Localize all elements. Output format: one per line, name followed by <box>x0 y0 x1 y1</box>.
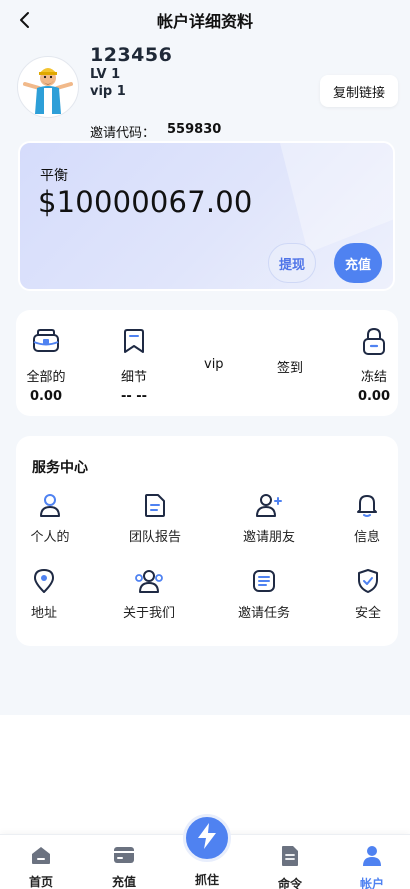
balance-label: 平衡 <box>40 168 68 184</box>
stat-all-label: 全部的 <box>26 370 66 385</box>
service-center-card: 服务中心 个人的 团队报告 邀请朋友 信息 地址 关于我们 邀请任务 安全 <box>16 436 398 646</box>
copy-link-button[interactable]: 复制链接 <box>320 75 398 107</box>
stat-frozen-value: 0.00 <box>357 389 391 404</box>
service-item-about-us[interactable]: 关于我们 <box>104 566 194 621</box>
invite-code-row: 邀请代码： 559830 <box>90 122 221 141</box>
service-item-label: 个人的 <box>30 530 70 545</box>
team-icon <box>134 566 164 596</box>
balance-card: 平衡 $10000067.00 提现 充值 <box>18 141 395 291</box>
bell-icon <box>352 490 382 520</box>
service-item-label: 信息 <box>353 530 380 545</box>
service-item-security[interactable]: 安全 <box>323 566 410 621</box>
service-item-personal[interactable]: 个人的 <box>5 490 95 545</box>
service-item-messages[interactable]: 信息 <box>322 490 410 545</box>
home-icon <box>30 845 52 869</box>
nav-home-label: 首页 <box>28 875 53 889</box>
service-item-invite-tasks[interactable]: 邀请任务 <box>219 566 309 621</box>
stat-all[interactable]: 全部的 0.00 <box>26 326 66 404</box>
nav-home[interactable]: 首页 <box>6 845 76 889</box>
service-item-label: 地址 <box>30 606 57 621</box>
clipboard-icon <box>279 845 301 871</box>
nav-recharge-label: 充值 <box>111 875 136 889</box>
vip-level: vip 1 <box>90 84 126 99</box>
back-icon[interactable] <box>12 8 36 32</box>
stat-vip[interactable]: vip <box>204 357 224 372</box>
avatar <box>17 56 79 118</box>
nav-account-label: 帐户 <box>359 877 384 889</box>
page-title: 帐户详细资料 <box>156 12 253 31</box>
lock-icon <box>359 326 389 360</box>
nav-account[interactable]: 帐户 <box>337 845 407 889</box>
stat-detail-label: 细节 <box>120 370 147 385</box>
stat-checkin[interactable]: 签到 <box>277 357 303 376</box>
balance-value: $10000067.00 <box>38 185 253 219</box>
stat-frozen[interactable]: 冻结 0.00 <box>354 326 394 404</box>
shield-icon <box>353 566 383 596</box>
withdraw-button[interactable]: 提现 <box>268 243 316 283</box>
invite-code-label: 邀请代码： <box>90 126 156 141</box>
user-icon <box>361 845 383 871</box>
service-item-address[interactable]: 地址 <box>0 566 89 621</box>
nav-recharge[interactable]: 充值 <box>89 845 159 889</box>
service-item-invite-friends[interactable]: 邀请朋友 <box>224 490 314 545</box>
service-item-label: 团队报告 <box>128 530 181 545</box>
stats-card: 全部的 0.00 细节 -- -- vip 签到 冻结 0.00 <box>16 310 398 416</box>
card-icon <box>113 845 135 869</box>
service-item-team-report[interactable]: 团队报告 <box>110 490 200 545</box>
nav-orders[interactable]: 命令 <box>255 845 325 889</box>
stat-all-value: 0.00 <box>29 389 63 404</box>
list-icon <box>249 566 279 596</box>
service-item-label: 邀请任务 <box>237 606 290 621</box>
service-center-title: 服务中心 <box>32 460 88 476</box>
card-decoration <box>280 143 393 253</box>
location-icon <box>29 566 59 596</box>
grab-button[interactable] <box>183 814 231 862</box>
stat-frozen-label: 冻结 <box>360 370 387 385</box>
user-icon <box>35 490 65 520</box>
stat-detail[interactable]: 细节 -- -- <box>114 326 154 404</box>
recharge-button[interactable]: 充值 <box>334 243 382 283</box>
service-item-label: 关于我们 <box>122 606 175 621</box>
wallet-icon <box>31 326 61 360</box>
header: 帐户详细资料 <box>0 0 410 40</box>
add-user-icon <box>254 490 284 520</box>
nav-grab-label: 抓住 <box>194 873 219 887</box>
nav-orders-label: 命令 <box>277 877 302 889</box>
user-id: 123456 <box>90 44 173 66</box>
document-icon <box>140 490 170 520</box>
service-item-label: 邀请朋友 <box>242 530 295 545</box>
bookmark-icon <box>119 326 149 360</box>
user-level: LV 1 <box>90 67 121 82</box>
lightning-icon <box>195 822 219 854</box>
service-item-label: 安全 <box>354 606 381 621</box>
invite-code-value: 559830 <box>167 122 222 137</box>
stat-detail-value: -- -- <box>120 389 148 404</box>
